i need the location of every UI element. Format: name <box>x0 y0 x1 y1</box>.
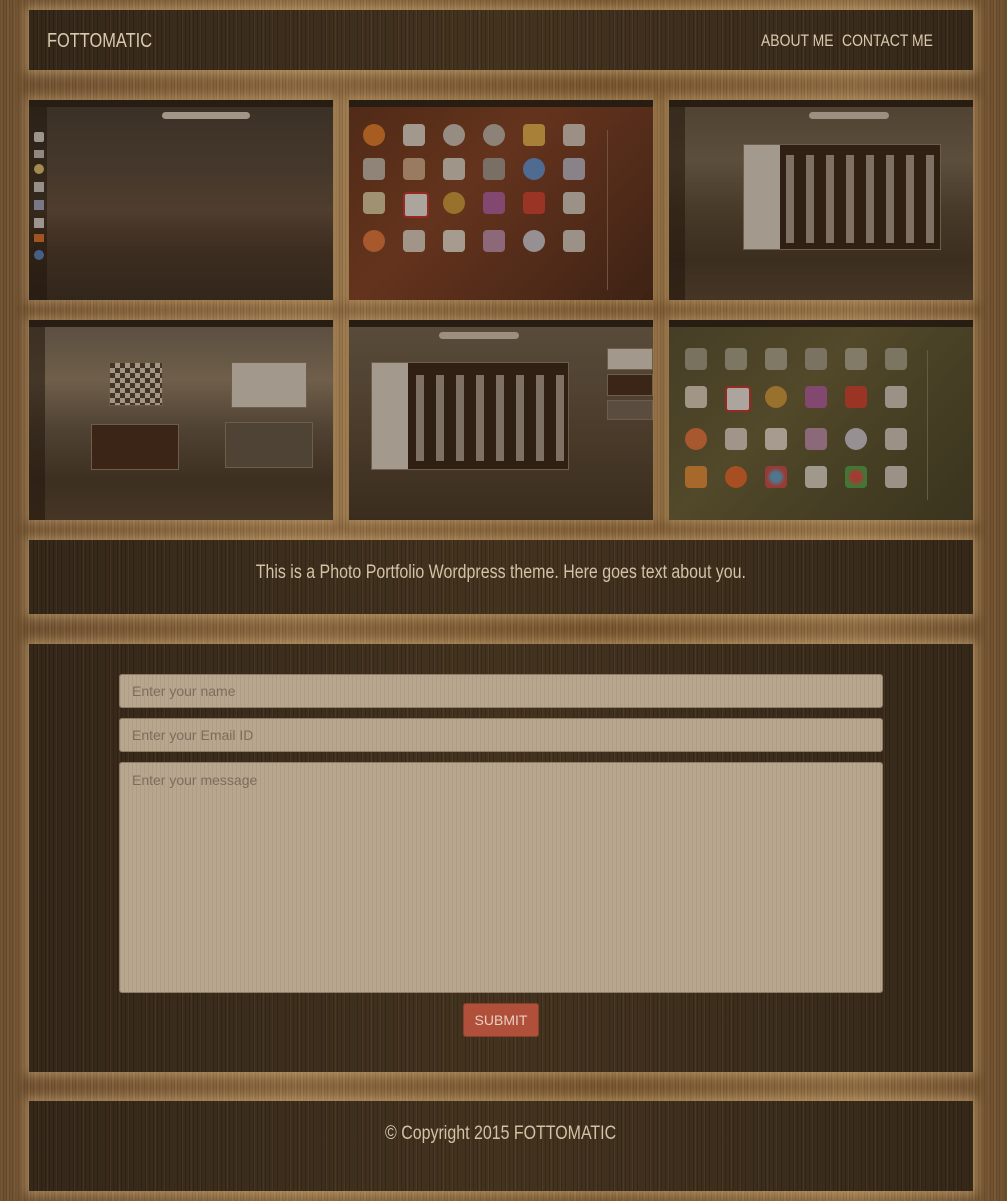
gallery-thumb-2[interactable] <box>349 100 653 300</box>
copyright-text: © Copyright 2015 FOTTOMATIC <box>29 1123 973 1145</box>
name-input[interactable] <box>119 674 883 708</box>
about-text: This is a Photo Portfolio Wordpress them… <box>29 562 973 584</box>
gallery-thumb-1[interactable] <box>29 100 333 300</box>
about-section: This is a Photo Portfolio Wordpress them… <box>29 540 973 614</box>
gallery-thumb-6[interactable] <box>669 320 973 520</box>
site-footer: © Copyright 2015 FOTTOMATIC <box>29 1101 973 1191</box>
about-text-content: This is a Photo Portfolio Wordpress them… <box>255 562 747 583</box>
contact-form: SUBMIT <box>29 644 973 1072</box>
gallery-thumb-3[interactable] <box>669 100 973 300</box>
submit-button[interactable]: SUBMIT <box>463 1003 539 1037</box>
site-header: FOTTOMATIC ABOUT ME CONTACT ME <box>29 10 973 70</box>
gallery-thumb-5[interactable] <box>349 320 653 520</box>
site-brand[interactable]: FOTTOMATIC <box>47 30 152 53</box>
copyright-content: © Copyright 2015 FOTTOMATIC <box>385 1123 617 1144</box>
nav-about-me[interactable]: ABOUT ME <box>761 31 834 51</box>
gallery-thumb-4[interactable] <box>29 320 333 520</box>
nav-contact-me[interactable]: CONTACT ME <box>842 31 933 51</box>
email-input[interactable] <box>119 718 883 752</box>
message-textarea[interactable] <box>119 762 883 993</box>
